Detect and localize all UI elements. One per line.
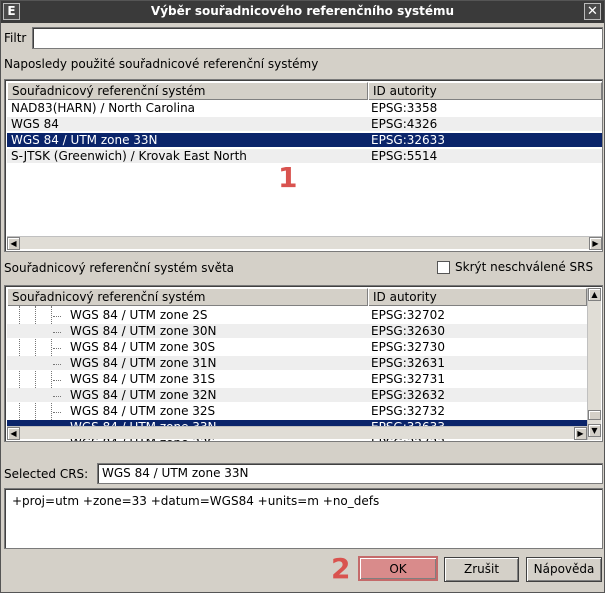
world-col-crs-header[interactable]: Souřadnicový referenční systém bbox=[7, 288, 368, 306]
authority-id-cell: EPSG:5514 bbox=[371, 149, 438, 163]
cancel-button[interactable]: Zrušit bbox=[444, 557, 519, 582]
world-hscrollbar[interactable]: ◀ ▶ bbox=[7, 426, 587, 440]
selected-crs-field: WGS 84 / UTM zone 33N bbox=[97, 463, 603, 484]
authority-id-cell: EPSG:32702 bbox=[371, 308, 445, 322]
crs-name-cell: WGS 84 / UTM zone 32N bbox=[70, 388, 217, 402]
scroll-up-icon[interactable]: ▲ bbox=[588, 288, 601, 301]
authority-id-cell: EPSG:3358 bbox=[371, 101, 438, 115]
tree-branch bbox=[53, 332, 61, 333]
authority-id-cell: EPSG:32732 bbox=[371, 404, 445, 418]
proj-definition-text: +proj=utm +zone=33 +datum=WGS84 +units=m… bbox=[4, 488, 603, 549]
crs-name-cell: WGS 84 bbox=[11, 117, 59, 131]
world-table-row[interactable]: WGS 84 / UTM zone 31S EPSG:32731 bbox=[7, 372, 587, 386]
tree-branch bbox=[53, 364, 61, 365]
scroll-down-icon[interactable]: ▼ bbox=[588, 424, 601, 437]
world-table-row[interactable]: WGS 84 / UTM zone 2S EPSG:32702 bbox=[7, 308, 587, 322]
recent-table-row[interactable]: NAD83(HARN) / North Carolina EPSG:3358 bbox=[7, 101, 602, 115]
world-table-row[interactable]: WGS 84 / UTM zone 32N EPSG:32632 bbox=[7, 388, 587, 402]
crs-name-cell: WGS 84 / UTM zone 31N bbox=[70, 356, 217, 370]
window-title: Výběr souřadnicového referenčního systém… bbox=[150, 4, 455, 18]
crs-name-cell: WGS 84 / UTM zone 31S bbox=[70, 372, 216, 386]
world-table-row[interactable]: WGS 84 / UTM zone 30N EPSG:32630 bbox=[7, 324, 587, 338]
close-icon[interactable]: ✕ bbox=[584, 3, 601, 20]
authority-id-cell: EPSG:32730 bbox=[371, 340, 445, 354]
recent-table-row[interactable]: WGS 84 EPSG:4326 bbox=[7, 117, 602, 131]
hide-deprecated-checkbox[interactable] bbox=[437, 261, 450, 274]
crs-name-cell: WGS 84 / UTM zone 30N bbox=[70, 324, 217, 338]
marker-one: 1 bbox=[278, 161, 298, 194]
authority-id-cell: EPSG:32632 bbox=[371, 388, 445, 402]
crs-dialog: E Výběr souřadnicového referenčního syst… bbox=[0, 0, 605, 593]
recent-col-crs-header[interactable]: Souřadnicový referenční systém bbox=[7, 82, 368, 100]
world-table-header: Souřadnicový referenční systém ID autori… bbox=[7, 288, 587, 306]
scroll-right-icon[interactable]: ▶ bbox=[574, 427, 587, 440]
recent-table-row[interactable]: WGS 84 / UTM zone 33N EPSG:32633 bbox=[7, 133, 602, 147]
authority-id-cell: EPSG:32630 bbox=[371, 324, 445, 338]
world-vscrollbar[interactable]: ▲ ▼ bbox=[587, 288, 601, 440]
world-table-row[interactable]: WGS 84 / UTM zone 30S EPSG:32730 bbox=[7, 340, 587, 354]
crs-name-cell: S-JTSK (Greenwich) / Krovak East North bbox=[11, 149, 247, 163]
title-bar: E Výběr souřadnicového referenčního syst… bbox=[1, 1, 604, 23]
recent-hscrollbar[interactable]: ◀ ▶ bbox=[7, 236, 602, 250]
marker-two: 2 bbox=[331, 552, 351, 585]
world-section-label: Souřadnicový referenční systém světa bbox=[4, 261, 235, 275]
recent-crs-table: Souřadnicový referenční systém ID autori… bbox=[4, 79, 603, 252]
crs-name-cell: WGS 84 / UTM zone 33N bbox=[11, 133, 158, 147]
crs-name-cell: WGS 84 / UTM zone 2S bbox=[70, 308, 208, 322]
recent-section-label: Naposledy použité souřadnicové referenčn… bbox=[4, 57, 319, 71]
crs-name-cell: WGS 84 / UTM zone 30S bbox=[70, 340, 216, 354]
recent-col-id-header[interactable]: ID autority bbox=[368, 82, 602, 100]
crs-name-cell: WGS 84 / UTM zone 32S bbox=[70, 404, 216, 418]
hide-deprecated-label: Skrýt neschválené SRS bbox=[455, 260, 594, 274]
recent-table-row[interactable]: S-JTSK (Greenwich) / Krovak East North EP… bbox=[7, 149, 602, 163]
authority-id-cell: EPSG:32731 bbox=[371, 372, 445, 386]
filter-input[interactable] bbox=[32, 27, 603, 49]
scroll-right-icon[interactable]: ▶ bbox=[589, 237, 602, 250]
tree-branch bbox=[53, 348, 61, 349]
authority-id-cell: EPSG:32631 bbox=[371, 356, 445, 370]
world-col-id-header[interactable]: ID autority bbox=[368, 288, 587, 306]
recent-table-header: Souřadnicový referenční systém ID autori… bbox=[7, 82, 602, 100]
filter-label: Filtr bbox=[4, 31, 27, 45]
selected-crs-label: Selected CRS: bbox=[4, 467, 89, 481]
world-crs-table: Souřadnicový referenční systém ID autori… bbox=[4, 285, 603, 442]
tree-branch bbox=[53, 316, 61, 317]
help-button[interactable]: Nápověda bbox=[526, 557, 602, 582]
ok-button[interactable]: OK bbox=[358, 556, 438, 581]
scroll-left-icon[interactable]: ◀ bbox=[7, 427, 20, 440]
world-table-row[interactable]: WGS 84 / UTM zone 32S EPSG:32732 bbox=[7, 404, 587, 418]
scroll-left-icon[interactable]: ◀ bbox=[7, 237, 20, 250]
tree-branch bbox=[53, 412, 61, 413]
scroll-thumb[interactable] bbox=[588, 410, 601, 420]
crs-name-cell: NAD83(HARN) / North Carolina bbox=[11, 101, 196, 115]
world-table-row[interactable]: WGS 84 / UTM zone 31N EPSG:32631 bbox=[7, 356, 587, 370]
authority-id-cell: EPSG:32633 bbox=[371, 133, 445, 147]
tree-branch bbox=[53, 396, 61, 397]
tree-branch bbox=[53, 380, 61, 381]
authority-id-cell: EPSG:4326 bbox=[371, 117, 438, 131]
